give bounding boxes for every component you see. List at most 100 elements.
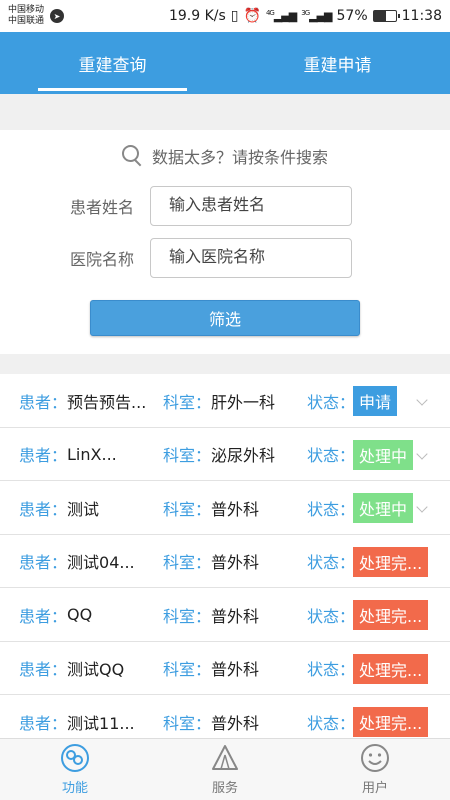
status-key: 状态：: [307, 553, 356, 572]
nav-label: 功能: [61, 781, 88, 796]
status-cell: 状态：: [307, 588, 355, 641]
dept-value: 普外科: [211, 553, 260, 572]
patient-value: 测试04...: [67, 553, 135, 572]
patient-key: 患者：: [19, 392, 68, 412]
patient-cell: 患者： 测试04...: [19, 535, 135, 588]
dept-cell: 科室： 普外科: [163, 535, 259, 588]
carrier-2: 中国联通: [8, 16, 45, 26]
dept-value: 普外科: [211, 660, 260, 679]
battery-percent: 57%: [336, 8, 368, 24]
status-key: 状态：: [307, 713, 356, 733]
status-key: 状态：: [307, 446, 356, 465]
patient-cell: 患者： LinX...: [19, 428, 117, 481]
function-icon: [60, 743, 90, 773]
status-badge: 处理中: [353, 439, 414, 470]
chevron-down-icon[interactable]: [416, 394, 428, 406]
status-key: 状态：: [307, 660, 356, 679]
status-badge: 处理完...: [353, 707, 429, 737]
status-indicators: 19.9 K/s ▯ ⏰ 4G▂▄▆ 3G▂▄▆ 57% 11:38: [169, 8, 442, 24]
status-cell: 状态：: [307, 535, 355, 588]
tab-rebuild-query[interactable]: 重建查询: [0, 32, 225, 94]
tab-label: 重建申请: [303, 55, 372, 76]
patient-value: 测试11...: [67, 713, 135, 733]
search-icon: [121, 145, 144, 167]
filter-button[interactable]: 筛选: [90, 300, 360, 336]
status-badge: 申请: [353, 386, 398, 416]
dept-cell: 科室： 普外科: [163, 695, 259, 738]
dept-value: 普外科: [211, 499, 260, 519]
record-row[interactable]: 患者： 测试QQ 科室： 普外科 状态： 处理完...: [0, 642, 450, 695]
search-hint: 数据太多？请按条件搜索: [0, 144, 450, 168]
dept-cell: 科室： 肝外一科: [163, 374, 275, 427]
patient-name-row: 患者姓名: [0, 186, 450, 226]
patient-value: QQ: [67, 605, 93, 624]
search-panel: 数据太多？请按条件搜索 患者姓名 医院名称 筛选: [0, 130, 450, 354]
tab-label: 重建查询: [78, 55, 147, 76]
user-icon: [360, 743, 390, 773]
dept-value: 普外科: [211, 606, 260, 626]
dept-key: 科室：: [163, 553, 212, 572]
nav-function[interactable]: 功能: [0, 739, 150, 800]
chevron-down-icon[interactable]: [416, 501, 428, 513]
patient-cell: 患者： QQ: [19, 588, 92, 641]
status-cell: 状态：: [307, 481, 355, 534]
status-badge: 处理完...: [353, 600, 429, 630]
vibrate-icon: ▯: [230, 8, 239, 24]
patient-cell: 患者： 测试: [19, 481, 99, 534]
patient-key: 患者：: [19, 553, 68, 572]
nav-service[interactable]: 服务: [150, 739, 300, 800]
nav-label: 用户: [361, 781, 388, 796]
dept-key: 科室：: [163, 606, 212, 626]
status-key: 状态：: [307, 392, 356, 412]
carrier-info: 中国移动 中国联通: [8, 5, 44, 27]
dept-key: 科室：: [163, 660, 212, 679]
dept-cell: 科室： 普外科: [163, 481, 259, 534]
dept-key: 科室：: [163, 713, 212, 733]
nav-user[interactable]: 用户: [300, 739, 450, 800]
signal-3g-icon: 3G▂▄▆: [301, 9, 332, 23]
record-row[interactable]: 患者： 测试04... 科室： 普外科 状态： 处理完...: [0, 535, 450, 588]
status-cell: 状态：: [307, 374, 355, 427]
record-row[interactable]: 患者： 测试11... 科室： 普外科 状态： 处理完...: [0, 695, 450, 738]
patient-name-label: 患者姓名: [69, 198, 134, 217]
location-icon: ➤: [50, 9, 65, 23]
dept-cell: 科室： 普外科: [163, 642, 259, 695]
patient-value: 测试: [67, 499, 100, 519]
patient-value: 测试QQ: [67, 660, 125, 679]
status-key: 状态：: [307, 499, 356, 519]
dept-value: 普外科: [211, 713, 260, 733]
record-row[interactable]: 患者： 预告预告... 科室： 肝外一科 状态： 申请: [0, 374, 450, 428]
dept-key: 科室：: [163, 446, 212, 465]
patient-cell: 患者： 预告预告...: [19, 374, 146, 427]
record-row[interactable]: 患者： 测试 科室： 普外科 状态： 处理中: [0, 481, 450, 535]
dept-value: 泌尿外科: [211, 446, 276, 465]
patient-key: 患者：: [19, 446, 68, 465]
alarm-icon: ⏰: [243, 8, 261, 24]
patient-key: 患者：: [19, 713, 68, 733]
dept-key: 科室：: [163, 499, 212, 519]
tab-rebuild-apply[interactable]: 重建申请: [225, 32, 450, 94]
dept-cell: 科室： 泌尿外科: [163, 428, 275, 481]
hospital-name-label: 医院名称: [69, 250, 134, 269]
status-cell: 状态：: [307, 642, 355, 695]
top-tabs: 重建查询 重建申请: [0, 32, 450, 94]
patient-cell: 患者： 测试11...: [19, 695, 135, 738]
status-badge: 处理中: [353, 493, 414, 523]
chevron-down-icon[interactable]: [416, 447, 428, 460]
service-icon: [210, 743, 240, 773]
status-cell: 状态：: [307, 695, 355, 738]
hospital-name-row: 医院名称: [0, 238, 450, 278]
dept-cell: 科室： 普外科: [163, 588, 259, 641]
hospital-name-input[interactable]: [150, 238, 352, 278]
carrier-1: 中国移动: [8, 5, 45, 15]
nav-label: 服务: [211, 781, 238, 796]
patient-name-input[interactable]: [150, 186, 352, 226]
record-row[interactable]: 患者： QQ 科室： 普外科 状态： 处理完...: [0, 588, 450, 642]
battery-icon: [372, 10, 400, 22]
record-list: 患者： 预告预告... 科室： 肝外一科 状态： 申请 患者： LinX... 科室： 泌尿外科状…: [0, 374, 450, 738]
dept-value: 肝外一科: [211, 392, 276, 412]
record-row[interactable]: 患者： LinX... 科室： 泌尿外科 状态： 处理中: [0, 428, 450, 481]
clock: 11:38: [401, 8, 442, 24]
status-key: 状态：: [307, 606, 356, 626]
patient-key: 患者：: [19, 606, 68, 626]
